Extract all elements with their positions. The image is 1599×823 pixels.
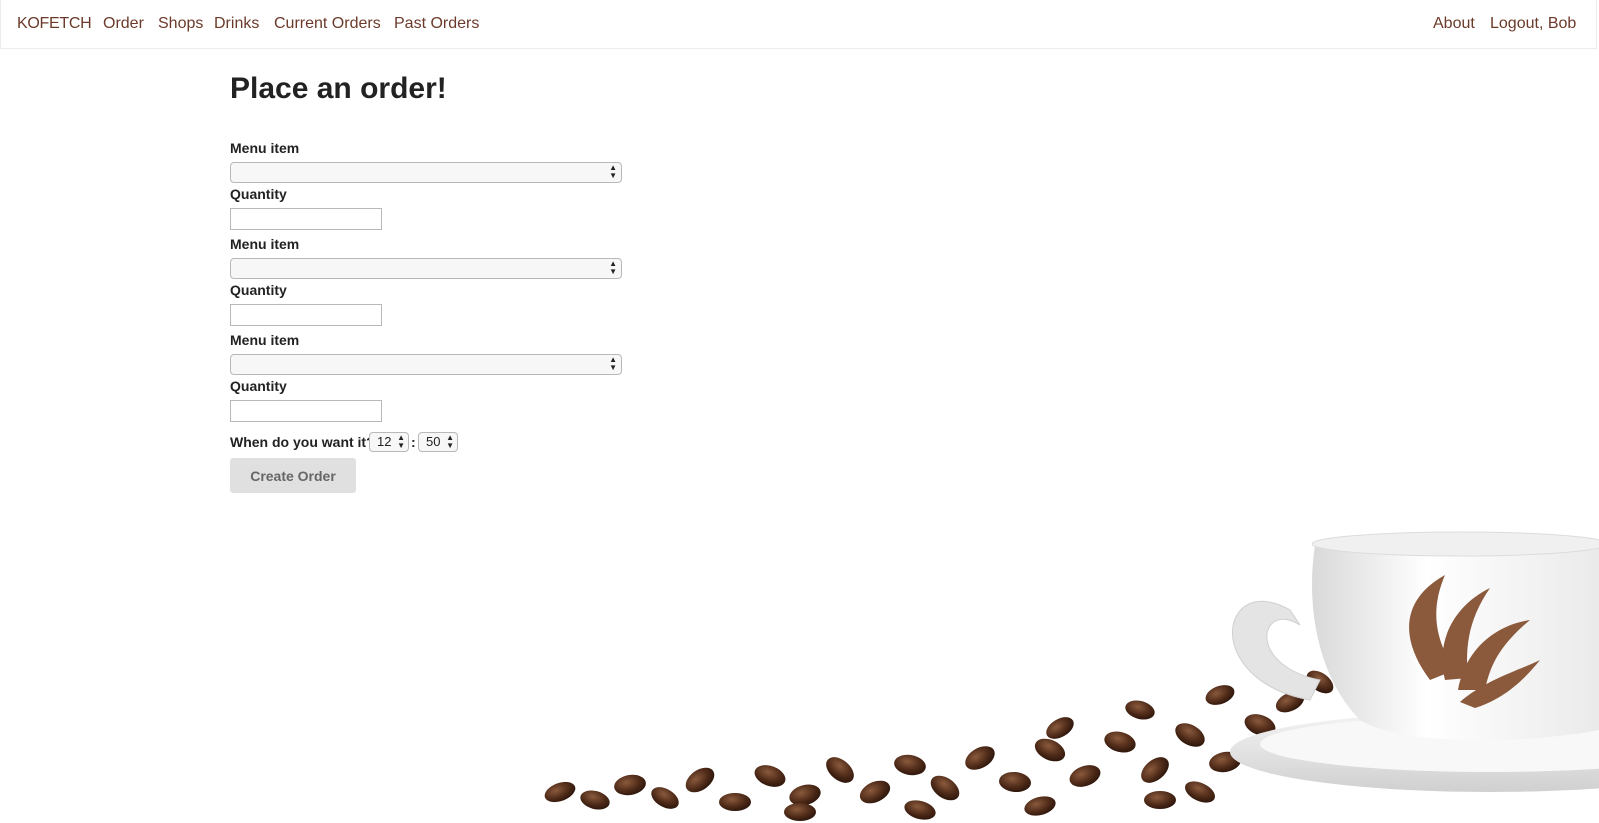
quantity-label: Quantity [230,378,287,394]
nav-link-order[interactable]: Order [103,15,144,33]
navbar: KOFETCH Order Shops Drinks Current Order… [0,0,1597,49]
updown-arrows-icon: ▲ ▼ [446,433,454,450]
updown-arrows-icon: ▲ ▼ [397,433,405,450]
quantity-label: Quantity [230,282,287,298]
coffee-cup-beans-illustration [544,531,1599,821]
menu-item-select-1[interactable]: ▲ ▼ [230,162,622,183]
nav-link-current-orders[interactable]: Current Orders [274,15,381,33]
quantity-input-2[interactable] [230,304,382,326]
nav-link-about[interactable]: About [1433,15,1475,33]
updown-arrows-icon: ▲ ▼ [609,163,617,180]
menu-item-label: Menu item [230,140,300,156]
pickup-time-label: When do you want it? [230,434,375,450]
menu-item-label: Menu item [230,236,300,252]
nav-link-shops[interactable]: Shops [158,15,203,33]
quantity-input-1[interactable] [230,208,382,230]
nav-link-logout[interactable]: Logout, Bob [1490,15,1576,33]
nav-link-past-orders[interactable]: Past Orders [394,15,479,33]
menu-item-label: Menu item [230,332,300,348]
hour-value: 12 [377,434,392,449]
nav-link-drinks[interactable]: Drinks [214,15,259,33]
brand-link[interactable]: KOFETCH [17,15,92,33]
hour-select[interactable]: 12 ▲ ▼ [369,432,409,452]
page-title: Place an order! [230,72,447,105]
time-separator: : [411,434,416,450]
cup-handle [1232,600,1321,701]
minute-value: 50 [426,434,441,449]
updown-arrows-icon: ▲ ▼ [609,259,617,276]
quantity-input-3[interactable] [230,400,382,422]
menu-item-select-2[interactable]: ▲ ▼ [230,258,622,279]
updown-arrows-icon: ▲ ▼ [609,355,617,372]
order-form: Menu item ▲ ▼ Quantity Menu item ▲ ▼ Quant… [230,140,630,428]
coffee-beans [544,663,1334,821]
quantity-label: Quantity [230,186,287,202]
create-order-button[interactable]: Create Order [230,458,356,493]
minute-select[interactable]: 50 ▲ ▼ [418,432,458,452]
menu-item-select-3[interactable]: ▲ ▼ [230,354,622,375]
